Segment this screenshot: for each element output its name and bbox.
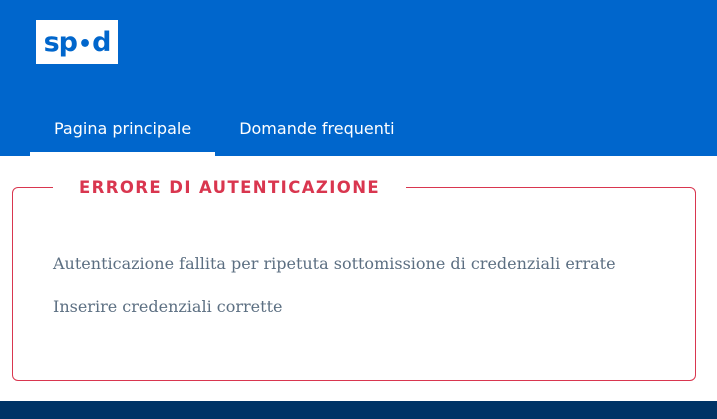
nav-item-label: Domande frequenti: [239, 118, 395, 138]
logo-text: sp•d: [43, 26, 112, 58]
error-message: Autenticazione fallita per ripetuta sott…: [53, 254, 616, 273]
main-nav: Pagina principale Domande frequenti: [30, 100, 419, 156]
spid-logo[interactable]: sp•d: [36, 20, 118, 64]
nav-item-domande-frequenti[interactable]: Domande frequenti: [215, 100, 418, 156]
error-title: ERRORE DI AUTENTICAZIONE: [53, 177, 407, 199]
nav-item-pagina-principale[interactable]: Pagina principale: [30, 100, 216, 156]
error-hint: Inserire credenziali corrette: [53, 297, 283, 316]
error-panel: ERRORE DI AUTENTICAZIONE Autenticazione …: [12, 177, 696, 381]
header: sp•d Pagina principale Domande frequenti: [0, 0, 717, 156]
nav-item-label: Pagina principale: [54, 118, 192, 138]
footer: [0, 401, 717, 419]
